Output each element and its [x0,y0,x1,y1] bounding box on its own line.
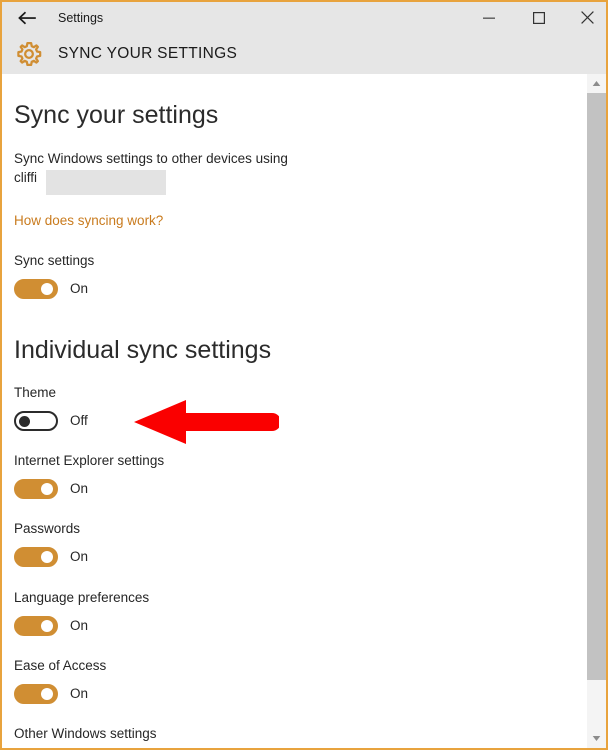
how-does-syncing-work-link[interactable]: How does syncing work? [14,213,163,228]
toggle-ease-of-access[interactable] [14,684,58,704]
setting-label-ease-of-access: Ease of Access [14,658,107,673]
setting-label-theme: Theme [14,385,57,400]
toggle-theme[interactable] [14,411,58,431]
maximize-button[interactable] [516,2,562,33]
settings-content: Sync your settings Sync Windows settings… [2,74,587,748]
toggle-knob [41,620,53,632]
title-bar: Settings [2,2,606,34]
toggle-knob [19,416,30,427]
toggle-knob [41,283,53,295]
maximize-icon [533,11,546,24]
toggle-language-preferences[interactable] [14,616,58,636]
sync-settings-state: On [70,281,89,296]
scroll-up-button[interactable] [587,74,606,93]
page-header-title: SYNC YOUR SETTINGS [58,45,238,62]
minimize-icon [483,17,495,19]
gear-icon [14,39,44,69]
toggle-state-language-preferences: On [70,618,89,633]
setting-label-passwords: Passwords [14,521,81,536]
description-line-1: Sync Windows settings to other devices u… [14,151,288,166]
setting-label-internet-explorer: Internet Explorer settings [14,453,165,468]
setting-label-language-preferences: Language preferences [14,590,150,605]
toggle-state-internet-explorer: On [70,481,89,496]
scrollbar-thumb[interactable] [587,93,606,680]
toggle-state-ease-of-access: On [70,686,89,701]
toggle-knob [41,551,53,563]
toggle-internet-explorer[interactable] [14,479,58,499]
toggle-state-theme: Off [70,413,88,428]
toggle-knob [41,688,53,700]
minimize-button[interactable] [466,2,512,33]
back-button[interactable] [8,3,48,33]
setting-label-other-windows-settings: Other Windows settings [14,726,157,741]
redacted-account-name [46,170,166,195]
sync-settings-toggle[interactable] [14,279,58,299]
toggle-knob [41,483,53,495]
description-line-2: cliffi [14,170,38,185]
close-button[interactable] [564,2,606,33]
scroll-down-arrow-icon [592,736,601,741]
section-title: Individual sync settings [14,336,272,364]
settings-window: Settings SYNC YOUR SETTINGS Sync your se… [0,0,608,750]
toggle-state-passwords: On [70,549,89,564]
page-title: Sync your settings [14,101,219,129]
sync-settings-label: Sync settings [14,253,95,268]
toggle-passwords[interactable] [14,547,58,567]
page-header-band: SYNC YOUR SETTINGS [2,34,606,74]
scroll-down-button[interactable] [587,729,606,748]
back-arrow-icon [18,11,36,25]
vertical-scrollbar[interactable] [587,74,606,748]
window-title: Settings [58,11,104,25]
close-icon [580,11,594,24]
scroll-up-arrow-icon [592,81,601,86]
